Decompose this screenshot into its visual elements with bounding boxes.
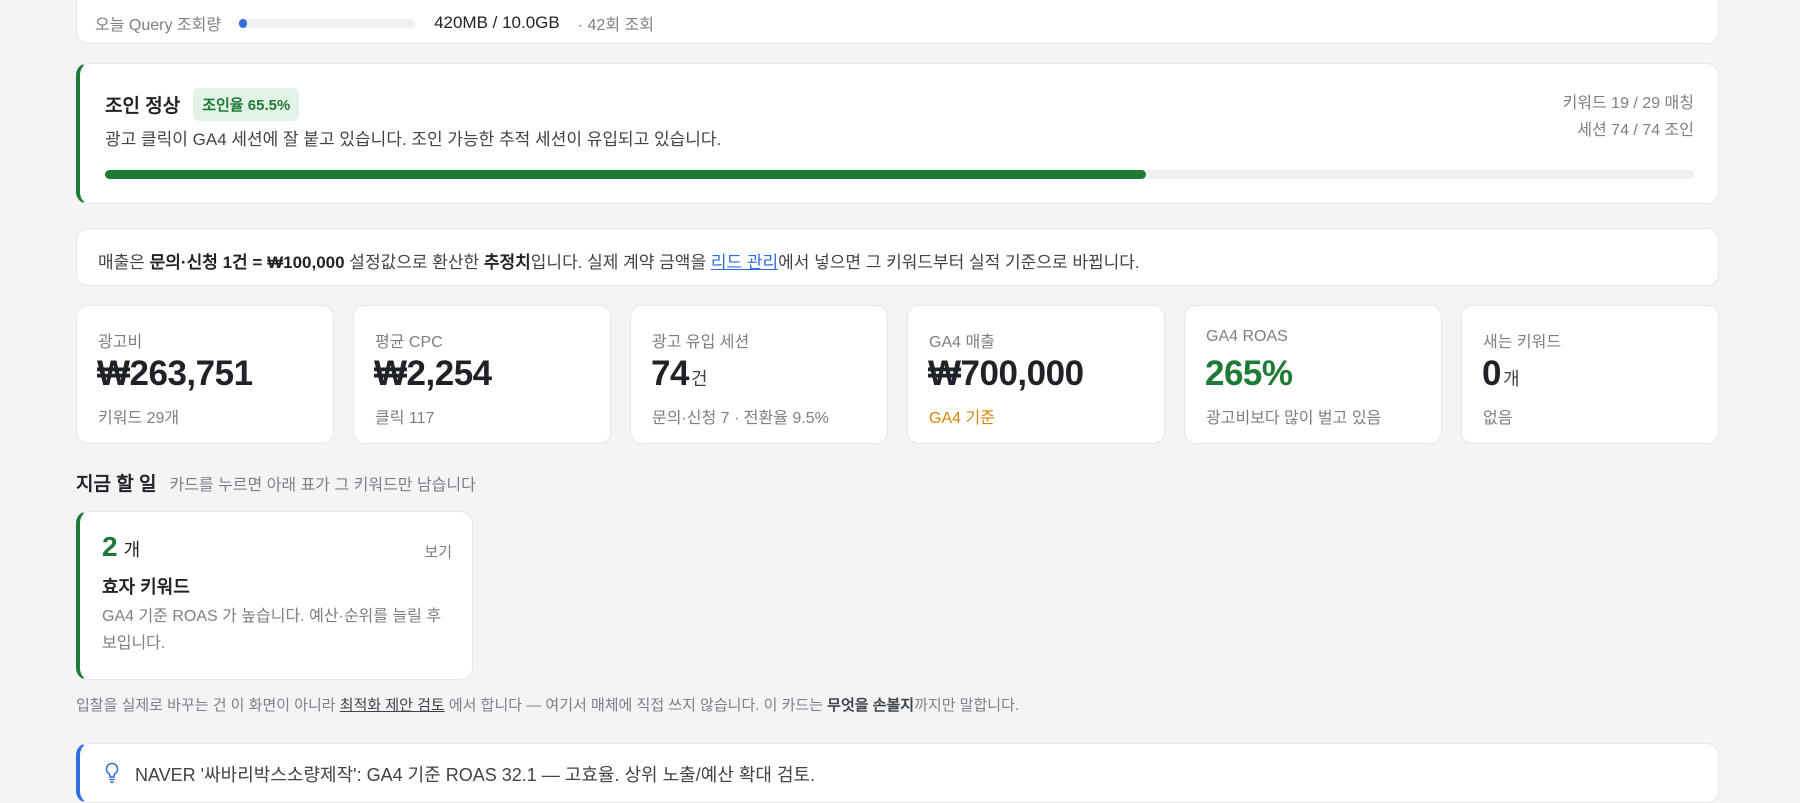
footnote-emphasis: 무엇을 손볼지 xyxy=(827,697,915,714)
metric-label: GA4 ROAS xyxy=(1206,328,1288,345)
metric-leaking-keywords: 새는 키워드 0개 없음 xyxy=(1461,305,1719,444)
metric-value-number: ₩2,254 xyxy=(374,354,492,393)
footnote-text-part: 까지만 말합니다. xyxy=(914,697,1020,714)
lightbulb-icon xyxy=(105,762,119,783)
revenue-notice: 매출은 문의·신청 1건 = ₩100,000 설정값으로 환산한 추정치입니다… xyxy=(76,228,1719,286)
metric-value-number: 265% xyxy=(1205,354,1293,393)
todo-card-top-keywords[interactable]: 2개 보기 효자 키워드 GA4 기준 ROAS 가 높습니다. 예산·순위를 … xyxy=(76,511,473,680)
todo-card-count: 2개 xyxy=(102,531,140,563)
lead-value-setting: 문의·신청 1건 = ₩100,000 xyxy=(149,253,345,272)
join-stats: 키워드 19 / 29 매칭 세션 74 / 74 조인 xyxy=(1563,90,1694,144)
query-quota-count: · 42회 조회 xyxy=(577,17,654,34)
metric-value-number: ₩263,751 xyxy=(97,354,253,393)
metric-value: ₩2,254 xyxy=(374,354,492,394)
join-status-description: 광고 클릭이 GA4 세션에 잘 붙고 있습니다. 조인 가능한 추적 세션이 … xyxy=(105,130,722,149)
metric-ad-spend: 광고비 ₩263,751 키워드 29개 xyxy=(76,305,334,444)
metric-value-number: 0 xyxy=(1482,354,1501,393)
todo-card-title: 효자 키워드 xyxy=(102,577,190,597)
revenue-notice-text: 매출은 문의·신청 1건 = ₩100,000 설정값으로 환산한 추정치입니다… xyxy=(98,248,1140,273)
metric-label: 광고 유입 세션 xyxy=(652,334,750,351)
todo-card-view-button[interactable]: 보기 xyxy=(424,541,452,562)
metric-value: 74 건 xyxy=(651,354,708,394)
metric-sub: 없음 xyxy=(1483,410,1513,427)
metric-value: ₩263,751 xyxy=(97,354,253,394)
metric-cards: 광고비 ₩263,751 키워드 29개 평균 CPC ₩2,254 클릭 11… xyxy=(76,305,1719,444)
join-rate-badge: 조인율 65.5% xyxy=(193,88,300,121)
metric-sub: 클릭 117 xyxy=(375,410,435,427)
keyword-match-stat: 키워드 19 / 29 매칭 xyxy=(1562,95,1694,112)
metric-sub: 문의·신청 7 · 전환율 9.5% xyxy=(652,410,829,427)
metric-value-number: ₩700,000 xyxy=(928,354,1084,393)
todo-card-description: GA4 기준 ROAS 가 높습니다. 예산·순위를 늘릴 후보입니다. xyxy=(102,608,442,652)
query-quota-bar xyxy=(239,18,416,28)
query-quota-usage: 420MB / 10.0GB xyxy=(434,13,560,32)
metric-value: 0개 xyxy=(1482,354,1520,394)
optimization-footnote: 입찰을 실제로 바꾸는 건 이 화면이 아니라 최적화 제안 검토 에서 합니다… xyxy=(76,694,1019,715)
todo-subtitle: 카드를 누르면 아래 표가 그 키워드만 남습니다 xyxy=(169,477,476,494)
session-join-stat: 세션 74 / 74 조인 xyxy=(1577,122,1694,139)
notice-text-part: 에서 넣으면 그 키워드부터 실적 기준으로 바뀝니다. xyxy=(778,253,1140,272)
footnote-text-part: 입찰을 실제로 바꾸는 건 이 화면이 아니라 xyxy=(76,697,340,714)
todo-count-unit: 개 xyxy=(123,540,141,560)
metric-sub: 광고비보다 많이 벌고 있음 xyxy=(1206,410,1382,427)
todo-header: 지금 할 일 카드를 누르면 아래 표가 그 키워드만 남습니다 xyxy=(76,469,476,496)
metric-ga4-revenue: GA4 매출 ₩700,000 GA4 기준 xyxy=(907,305,1165,444)
query-quota-label: 오늘 Query 조회량 xyxy=(95,17,222,34)
metric-label: GA4 매출 xyxy=(929,334,995,351)
metric-sub: 키워드 29개 xyxy=(98,410,180,427)
query-quota-card: 오늘 Query 조회량 420MB / 10.0GB · 42회 조회 xyxy=(76,0,1719,44)
lead-management-link[interactable]: 리드 관리 xyxy=(711,253,778,272)
metric-ga4-roas: GA4 ROAS 265% 광고비보다 많이 벌고 있음 xyxy=(1184,305,1442,444)
footnote-text-part: 에서 합니다 — 여기서 매체에 직접 쓰지 않습니다. 이 카드는 xyxy=(444,697,828,714)
metric-unit: 개 xyxy=(1502,369,1520,389)
metric-ad-sessions: 광고 유입 세션 74 건 문의·신청 7 · 전환율 9.5% xyxy=(630,305,888,444)
join-status-card: 조인 정상 조인율 65.5% 광고 클릭이 GA4 세션에 잘 붙고 있습니다… xyxy=(76,63,1719,204)
join-progress-bar xyxy=(105,170,1694,179)
metric-avg-cpc: 평균 CPC ₩2,254 클릭 117 xyxy=(353,305,611,444)
metric-value-number: 74 xyxy=(651,354,689,393)
notice-text-part: 매출은 xyxy=(98,253,150,272)
estimate-label: 추정치 xyxy=(483,253,531,272)
optimization-review-link[interactable]: 최적화 제안 검토 xyxy=(340,697,445,714)
join-status-title: 조인 정상 xyxy=(105,96,181,117)
insight-text: NAVER '싸바리박스소량제작': GA4 기준 ROAS 32.1 — 고효… xyxy=(135,765,816,785)
metric-label: 광고비 xyxy=(98,334,143,351)
todo-title: 지금 할 일 xyxy=(76,474,157,495)
metric-value: ₩700,000 xyxy=(928,354,1084,394)
notice-text-part: 입니다. 실제 계약 금액을 xyxy=(530,253,711,272)
metric-label: 새는 키워드 xyxy=(1483,334,1562,351)
todo-count-number: 2 xyxy=(102,531,118,562)
notice-text-part: 설정값으로 환산한 xyxy=(344,253,484,272)
metric-sub: GA4 기준 xyxy=(929,410,995,427)
query-quota-fill xyxy=(239,18,248,28)
metric-value: 265% xyxy=(1205,354,1293,394)
metric-unit: 건 xyxy=(690,369,708,389)
metric-label: 평균 CPC xyxy=(375,334,443,351)
insight-card: NAVER '싸바리박스소량제작': GA4 기준 ROAS 32.1 — 고효… xyxy=(76,743,1719,803)
join-progress-fill xyxy=(105,170,1146,179)
